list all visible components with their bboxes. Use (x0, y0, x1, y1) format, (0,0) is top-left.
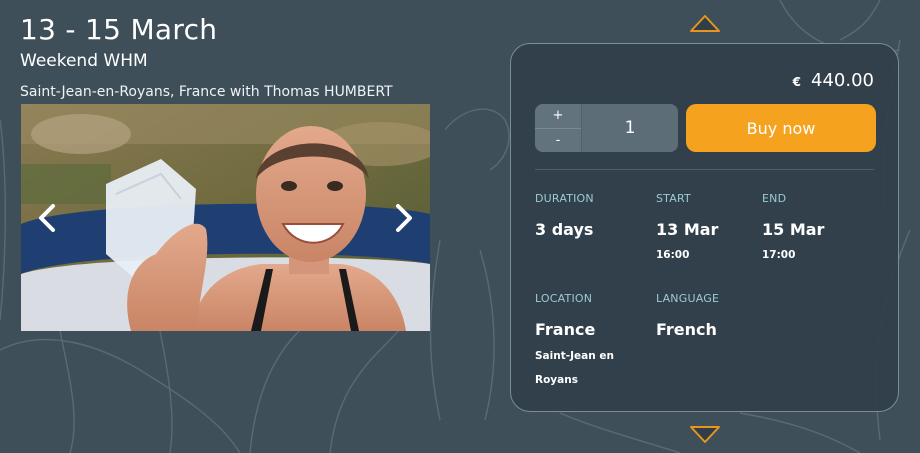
language-label: LANGUAGE (656, 292, 720, 305)
triangle-down-icon (690, 426, 720, 443)
location-label: LOCATION (535, 292, 593, 305)
price: € 440.00 (793, 70, 874, 91)
gallery-next-button[interactable] (388, 200, 418, 236)
event-subtitle: Saint-Jean-en-Royans, France with Thomas… (20, 84, 393, 100)
booking-panel: € 440.00 + - 1 Buy now DURATION 3 days S… (510, 43, 899, 412)
language-info: LANGUAGE French (656, 292, 719, 340)
price-currency: € (792, 75, 802, 89)
gallery-prev-button[interactable] (33, 200, 63, 236)
quantity-decrease-button[interactable]: - (535, 127, 581, 153)
location-country: France (535, 320, 596, 339)
duration-info: DURATION 3 days (535, 192, 594, 240)
event-title: Weekend WHM (20, 51, 148, 71)
panel-divider (535, 169, 874, 170)
buy-now-button[interactable]: Buy now (686, 104, 876, 152)
end-label: END (762, 192, 787, 205)
start-info: START 13 Mar 16:00 (656, 192, 718, 262)
end-info: END 15 Mar 17:00 (762, 192, 824, 262)
duration-value: 3 days (535, 220, 594, 239)
start-label: START (656, 192, 691, 205)
quantity-increase-button[interactable]: + (535, 104, 581, 128)
location-info: LOCATION France Saint-Jean en Royans (535, 292, 635, 392)
quantity-input[interactable]: 1 (581, 104, 678, 152)
end-date: 15 Mar (762, 220, 825, 239)
duration-label: DURATION (535, 192, 594, 205)
chevron-right-icon (396, 204, 412, 232)
scroll-up-button[interactable] (688, 12, 722, 38)
chevron-left-icon (39, 204, 55, 232)
language-value: French (656, 320, 717, 339)
triangle-up-icon (690, 15, 720, 32)
end-time: 17:00 (762, 249, 796, 261)
start-time: 16:00 (656, 249, 690, 261)
quantity-buttons: + - (535, 104, 581, 152)
quantity-stepper: + - 1 (535, 104, 678, 152)
scroll-down-button[interactable] (688, 424, 722, 450)
location-city: Saint-Jean en Royans (535, 350, 614, 386)
event-date-range: 13 - 15 March (20, 13, 218, 46)
start-date: 13 Mar (656, 220, 719, 239)
price-amount: 440.00 (811, 70, 874, 91)
event-photo (21, 104, 430, 331)
photo-gallery (21, 104, 430, 331)
event-header: 13 - 15 March Weekend WHM Saint-Jean-en-… (20, 12, 393, 102)
